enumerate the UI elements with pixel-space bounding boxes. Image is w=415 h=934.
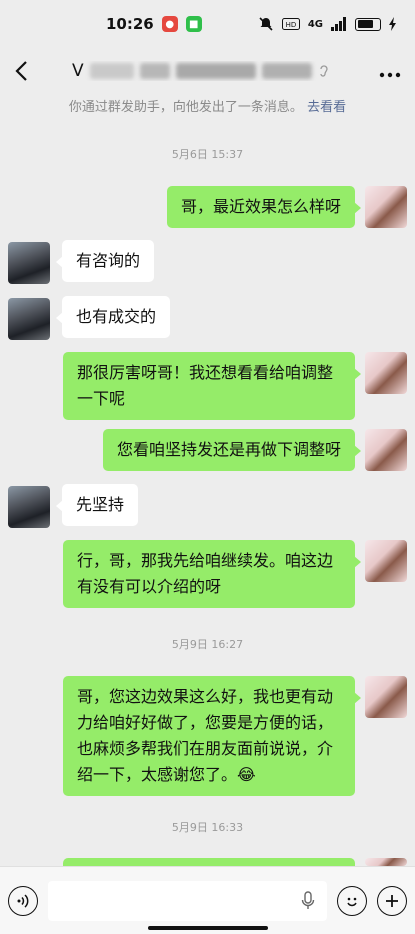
timestamp: 5月6日 15:37 xyxy=(171,148,244,161)
system-notice: 你通过群发助手，向他发出了一条消息。 去看看 xyxy=(0,96,415,115)
hd-icon: HD xyxy=(281,18,300,30)
plus-icon xyxy=(386,894,398,907)
mic-icon[interactable] xyxy=(301,890,315,911)
voice-icon xyxy=(17,893,29,908)
message-row: 哥，最近效果怎么样呀 xyxy=(0,186,415,230)
message-row: 也有成交的 xyxy=(0,296,415,340)
redacted-block xyxy=(175,63,256,79)
redacted-block xyxy=(89,63,134,79)
message-row: 先坚持 xyxy=(0,484,415,528)
clock: 10:26 xyxy=(106,15,154,33)
message-bubble[interactable]: 那很厉害呀哥！我还想看看给咱调整一下呢 xyxy=(63,352,361,420)
message-bubble[interactable]: 您看咱坚持发还是再做下调整呀 xyxy=(102,429,362,471)
message-row: 那很厉害呀哥！我还想看看给咱调整一下呢 xyxy=(0,352,415,420)
svg-text:HD: HD xyxy=(286,21,297,29)
notification-green-icon: ■ xyxy=(185,16,202,32)
message-bubble[interactable]: 行，哥，那我先给咱继续发。咱这边有没有可以介绍的呀 xyxy=(63,540,361,608)
message-bubble[interactable]: 有咨询的 xyxy=(55,240,155,282)
message-row: 您看咱坚持发还是再做下调整呀 xyxy=(0,429,415,473)
avatar[interactable] xyxy=(365,858,407,866)
mute-bell-icon xyxy=(259,17,273,31)
home-indicator[interactable] xyxy=(147,926,268,930)
message-bubble-partial[interactable] xyxy=(63,858,355,866)
timestamp: 5月9日 16:33 xyxy=(171,821,244,834)
avatar[interactable] xyxy=(8,242,50,284)
message-row: 行，哥，那我先给咱继续发。咱这边有没有可以介绍的呀 xyxy=(0,540,415,608)
avatar[interactable] xyxy=(8,298,50,340)
redacted-block xyxy=(261,63,312,79)
plus-button[interactable] xyxy=(377,885,407,916)
redacted-block xyxy=(139,63,170,79)
more-button[interactable] xyxy=(379,59,401,84)
battery-icon xyxy=(355,17,381,31)
chat-title[interactable]: V xyxy=(72,61,363,81)
avatar[interactable] xyxy=(365,186,407,228)
chat-header: V xyxy=(0,48,415,94)
message-row: 哥，您这边效果这么好，我也更有动力给咱好好做了，您要是方便的话，也麻烦多帮我们在… xyxy=(0,676,415,800)
avatar[interactable] xyxy=(365,429,407,471)
signal-bars-icon xyxy=(331,17,346,31)
status-right: HD 4G xyxy=(258,16,397,32)
system-notice-text: 你通过群发助手，向他发出了一条消息。 xyxy=(68,100,303,115)
view-link[interactable]: 去看看 xyxy=(307,100,346,115)
signal-label: 4G xyxy=(307,18,323,30)
avatar[interactable] xyxy=(365,352,407,394)
more-dots-icon xyxy=(379,72,401,77)
message-row-partial xyxy=(0,858,415,866)
message-bubble[interactable]: 也有成交的 xyxy=(55,296,171,338)
input-bar xyxy=(0,866,415,934)
avatar[interactable] xyxy=(365,676,407,718)
chat-title-text: V xyxy=(72,61,84,81)
back-button[interactable] xyxy=(14,59,38,83)
chevron-left-icon xyxy=(15,61,27,81)
ear-icon xyxy=(319,65,328,77)
avatar[interactable] xyxy=(365,540,407,582)
battery-fill xyxy=(357,20,374,28)
status-bar: 10:26 ● ■ HD 4G xyxy=(0,0,415,48)
emoji-icon xyxy=(347,897,357,906)
avatar[interactable] xyxy=(8,486,50,528)
emoji-button[interactable] xyxy=(337,885,367,916)
message-input[interactable] xyxy=(48,880,327,921)
message-bubble[interactable]: 哥，最近效果怎么样呀 xyxy=(166,186,362,228)
chat-area[interactable]: 5月6日 15:37 哥，最近效果怎么样呀 有咨询的 也有成交的 那很厉害呀哥！… xyxy=(0,116,415,866)
timestamp: 5月9日 16:27 xyxy=(171,638,244,651)
charging-icon xyxy=(389,17,396,31)
voice-button[interactable] xyxy=(8,885,38,916)
status-left: 10:26 ● ■ xyxy=(106,15,202,33)
message-bubble[interactable]: 哥，您这边效果这么好，我也更有动力给咱好好做了，您要是方便的话，也麻烦多帮我们在… xyxy=(63,676,361,796)
message-bubble[interactable]: 先坚持 xyxy=(55,484,139,526)
message-row: 有咨询的 xyxy=(0,240,415,284)
notification-red-icon: ● xyxy=(161,16,178,32)
